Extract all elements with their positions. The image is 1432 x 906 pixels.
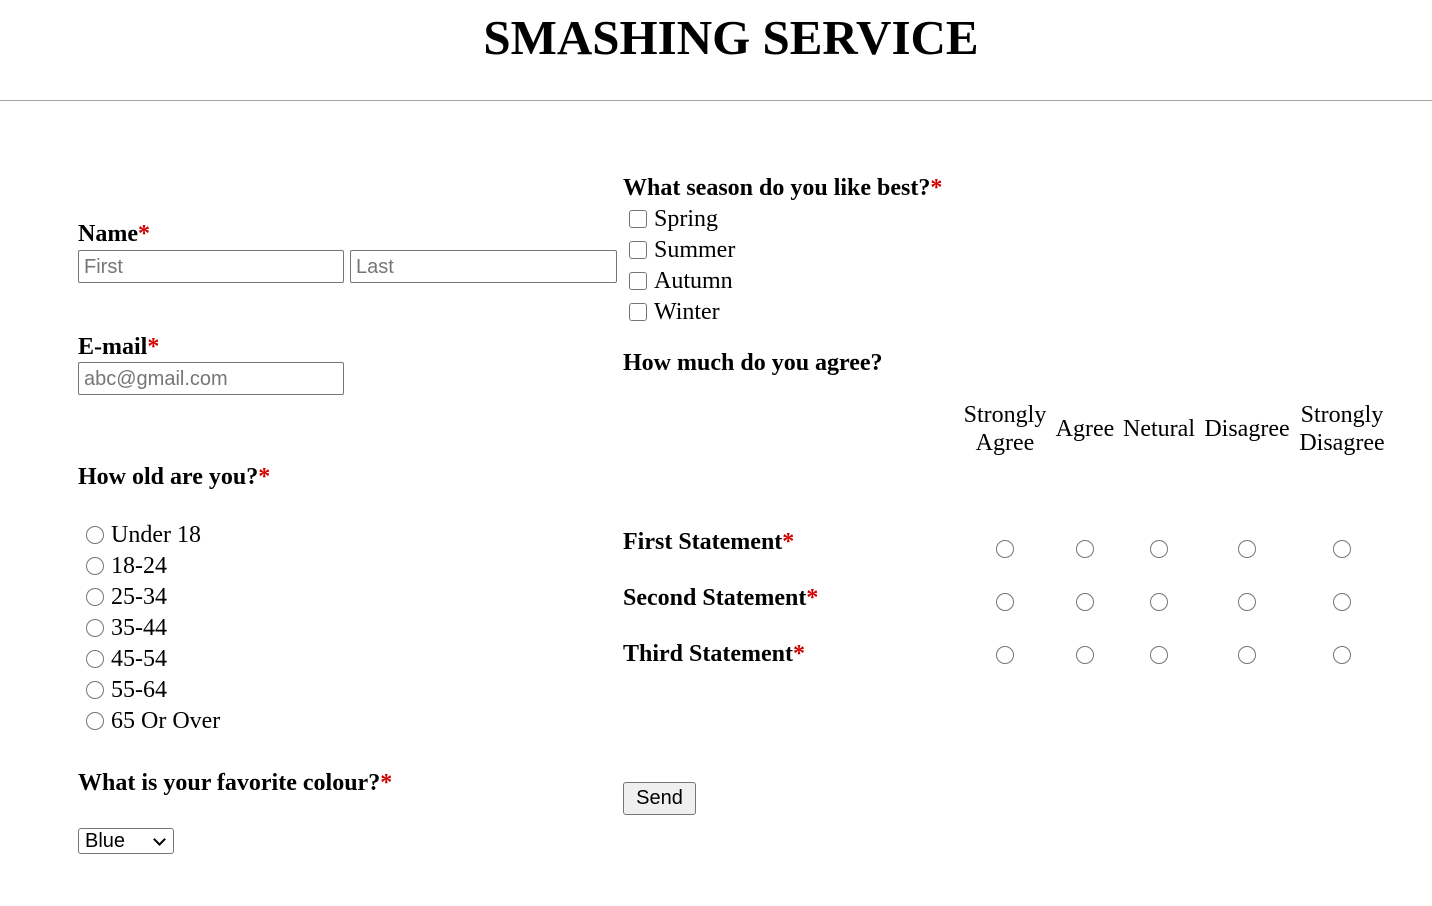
- name-label: Name*: [78, 221, 150, 247]
- statement-3-neutral-radio[interactable]: [1150, 646, 1168, 664]
- age-option-label: 25-34: [111, 584, 167, 610]
- statement-3-strongly-agree-radio[interactable]: [996, 646, 1014, 664]
- age-radio-55-64[interactable]: [86, 681, 104, 699]
- agree-label: How much do you agree?: [623, 350, 883, 376]
- age-radio-45-54[interactable]: [86, 650, 104, 668]
- column-header-strongly-disagree: Strongly Disagree: [1299, 402, 1385, 456]
- statement-label: First Statement*: [623, 529, 795, 555]
- age-radio-under-18[interactable]: [86, 526, 104, 544]
- statement-3-disagree-radio[interactable]: [1238, 646, 1256, 664]
- required-asterisk: *: [137, 221, 150, 247]
- last-name-input[interactable]: [350, 250, 617, 283]
- statement-label: Second Statement*: [623, 585, 819, 611]
- age-radio-65-or-over[interactable]: [86, 712, 104, 730]
- column-header-disagree: Disagree: [1204, 416, 1290, 442]
- age-option-label: 45-54: [111, 646, 167, 672]
- season-option-label: Summer: [654, 237, 736, 263]
- column-header-netural: Netural: [1123, 416, 1195, 442]
- page-header: SMASHING SERVICE: [0, 0, 1432, 101]
- season-option-label: Winter: [654, 299, 720, 325]
- statement-1-neutral-radio[interactable]: [1150, 540, 1168, 558]
- season-option-label: Spring: [654, 206, 719, 232]
- statement-1-agree-radio[interactable]: [1076, 540, 1094, 558]
- season-checkbox-spring[interactable]: [629, 210, 647, 228]
- statement-2-strongly-disagree-radio[interactable]: [1333, 593, 1351, 611]
- statement-2-disagree-radio[interactable]: [1238, 593, 1256, 611]
- season-label: What season do you like best?*: [623, 175, 943, 201]
- required-asterisk: *: [147, 334, 160, 360]
- age-radio-35-44[interactable]: [86, 619, 104, 637]
- statement-2-neutral-radio[interactable]: [1150, 593, 1168, 611]
- required-asterisk: *: [782, 529, 795, 555]
- age-label: How old are you?*: [78, 464, 271, 490]
- required-asterisk: *: [793, 641, 805, 667]
- season-option-label: Autumn: [654, 268, 733, 294]
- age-option-label: 65 Or Over: [111, 708, 221, 734]
- statement-1-disagree-radio[interactable]: [1238, 540, 1256, 558]
- email-label: E-mail*: [78, 334, 160, 360]
- column-header-agree: Agree: [1055, 416, 1115, 442]
- first-name-input[interactable]: [78, 250, 344, 283]
- age-radio-25-34[interactable]: [86, 588, 104, 606]
- age-option-label: 18-24: [111, 553, 167, 579]
- statement-2-agree-radio[interactable]: [1076, 593, 1094, 611]
- statement-1-strongly-disagree-radio[interactable]: [1333, 540, 1351, 558]
- statement-3-strongly-disagree-radio[interactable]: [1333, 646, 1351, 664]
- statement-label: Third Statement*: [623, 641, 805, 667]
- required-asterisk: *: [806, 585, 819, 611]
- column-header-strongly-agree: Strongly Agree: [963, 402, 1047, 456]
- required-asterisk: *: [258, 464, 271, 490]
- statement-3-agree-radio[interactable]: [1076, 646, 1094, 664]
- email-input[interactable]: [78, 362, 344, 395]
- statement-1-strongly-agree-radio[interactable]: [996, 540, 1014, 558]
- send-button[interactable]: Send: [623, 782, 696, 815]
- colour-select[interactable]: Blue: [78, 828, 174, 854]
- season-checkbox-winter[interactable]: [629, 303, 647, 321]
- age-option-label: 35-44: [111, 615, 167, 641]
- page-title: SMASHING SERVICE: [483, 10, 979, 65]
- chevron-down-icon: [153, 833, 166, 846]
- age-option-label: Under 18: [111, 522, 201, 548]
- season-checkbox-autumn[interactable]: [629, 272, 647, 290]
- required-asterisk: *: [380, 770, 393, 796]
- colour-label: What is your favorite colour?*: [78, 770, 393, 796]
- statement-2-strongly-agree-radio[interactable]: [996, 593, 1014, 611]
- age-radio-18-24[interactable]: [86, 557, 104, 575]
- colour-select-value: Blue: [85, 830, 126, 852]
- age-option-label: 55-64: [111, 677, 167, 703]
- season-checkbox-summer[interactable]: [629, 241, 647, 259]
- required-asterisk: *: [930, 175, 943, 201]
